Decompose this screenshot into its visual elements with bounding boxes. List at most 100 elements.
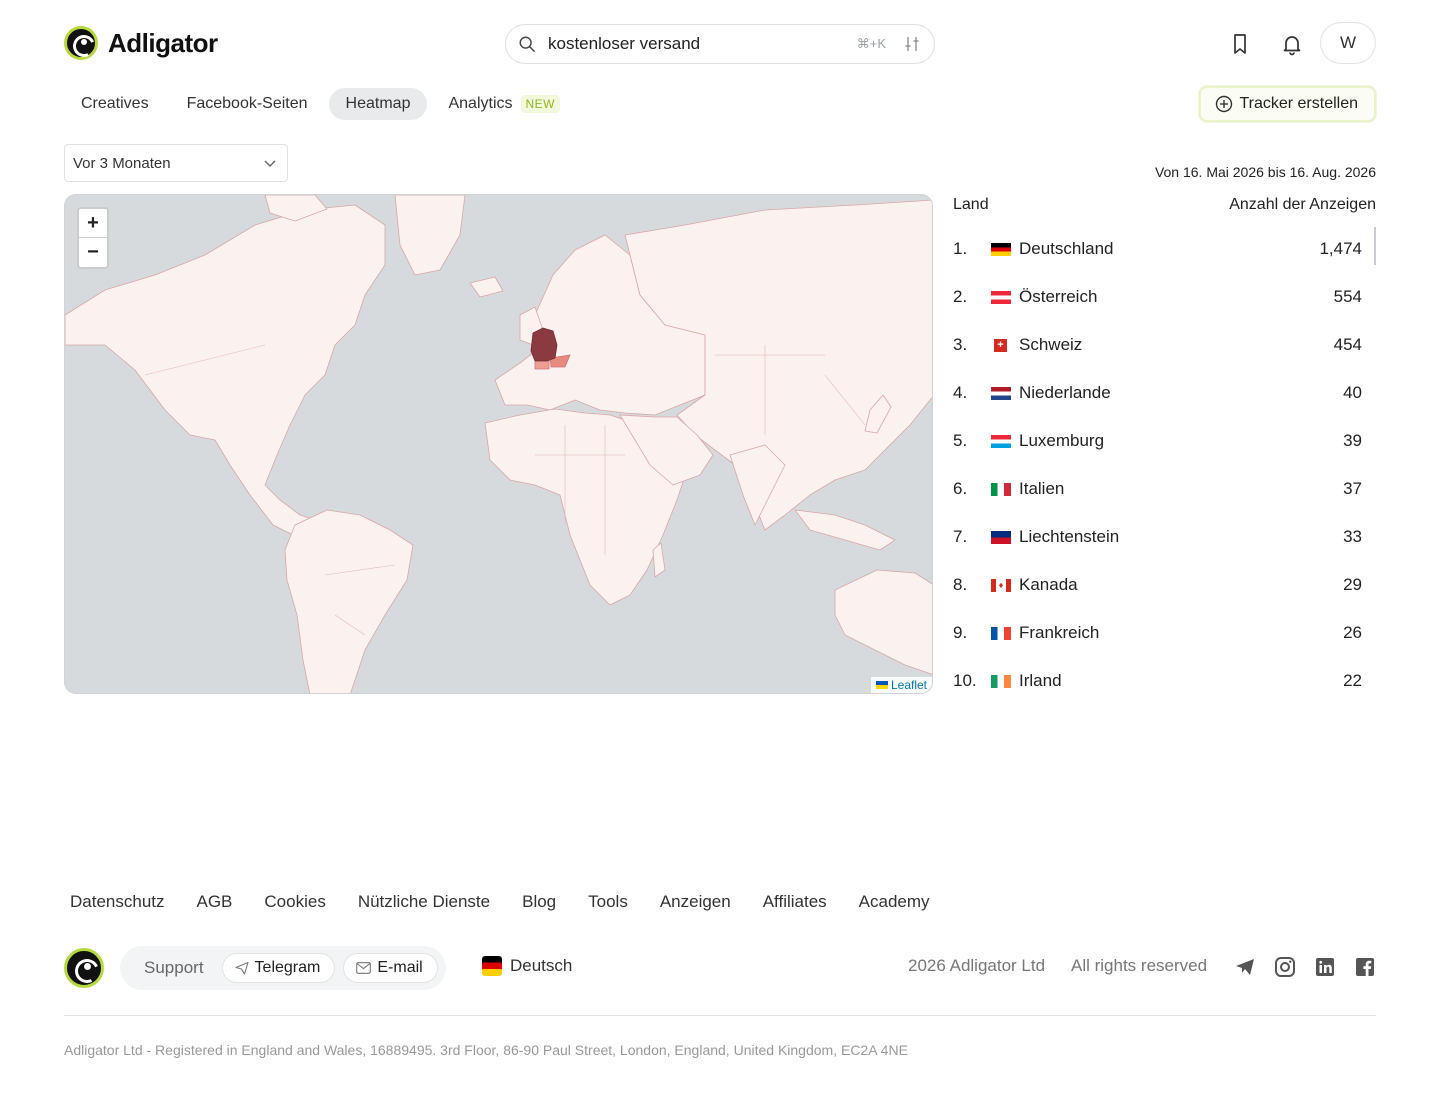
country-name: Luxemburg	[1019, 431, 1105, 450]
ad-count: 29	[1343, 575, 1362, 594]
telegram-label: Telegram	[254, 959, 321, 976]
copyright: 2026 Adligator Ltd	[908, 956, 1046, 975]
list-item[interactable]: 7. Liechtenstein 33	[953, 513, 1376, 561]
rank: 1.	[953, 239, 968, 258]
support-group: Support Telegram E-mail	[120, 946, 446, 990]
rank: 6.	[953, 479, 968, 498]
search-shortcut: ⌘+K	[856, 36, 886, 51]
ukraine-flag-icon	[875, 681, 888, 689]
logo[interactable]: Adligator	[64, 26, 218, 60]
legal-notice: Adligator Ltd - Registered in England an…	[64, 1042, 908, 1058]
list-item[interactable]: 8. ♦ Kanada 29	[953, 561, 1376, 609]
zoom-in-button[interactable]: +	[79, 209, 107, 238]
logo-icon	[64, 26, 98, 60]
bell-icon[interactable]	[1280, 32, 1304, 56]
map-attribution[interactable]: Leaflet	[870, 677, 932, 693]
tab-heatmap[interactable]: Heatmap	[328, 88, 428, 120]
linkedin-icon[interactable]	[1314, 956, 1336, 978]
app-name: Adligator	[108, 27, 218, 58]
footer-link-tools[interactable]: Tools	[588, 892, 628, 912]
world-heatmap[interactable]: + − Leaflet	[64, 194, 933, 694]
country-name: Deutschland	[1019, 239, 1114, 258]
period-value: Vor 3 Monaten	[73, 154, 171, 172]
ad-count: 33	[1343, 527, 1362, 546]
ad-count: 554	[1333, 287, 1362, 306]
ad-count: 40	[1343, 383, 1362, 402]
footer-link-cookies[interactable]: Cookies	[264, 892, 325, 912]
ad-count: 26	[1343, 623, 1362, 642]
list-item[interactable]: 4. Niederlande 40	[953, 369, 1376, 417]
search-value[interactable]: kostenloser versand	[548, 34, 857, 54]
map-southeast-asia	[794, 509, 896, 551]
list-item[interactable]: 2. Österreich 554	[953, 273, 1376, 321]
filter-sliders-icon[interactable]	[904, 36, 920, 52]
send-icon	[234, 961, 249, 975]
rank: 10.	[953, 671, 977, 690]
attribution-link[interactable]: Leaflet	[891, 678, 927, 692]
list-item[interactable]: 9. Frankreich 26	[953, 609, 1376, 657]
flag-luxembourg-icon	[991, 434, 1011, 448]
map-australia	[834, 569, 932, 675]
rank: 8.	[953, 575, 968, 594]
footer-link-useful-services[interactable]: Nützliche Dienste	[358, 892, 490, 912]
email-button[interactable]: E-mail	[343, 953, 438, 983]
world-map-canvas[interactable]	[65, 195, 933, 694]
country-name: Frankreich	[1019, 623, 1100, 642]
scrollbar[interactable]	[1374, 227, 1376, 265]
flag-netherlands-icon	[991, 386, 1011, 400]
rank: 5.	[953, 431, 968, 450]
list-item[interactable]: 1. Deutschland 1,474	[953, 225, 1376, 273]
country-list: 1. Deutschland 1,474 2. Österreich 554 3…	[953, 225, 1376, 705]
support-label: Support	[144, 958, 204, 977]
tab-facebook-pages[interactable]: Facebook-Seiten	[170, 88, 325, 120]
header: Adligator kostenloser versand ⌘+K W	[64, 22, 1376, 66]
create-tracker-button[interactable]: Tracker erstellen	[1199, 86, 1376, 122]
new-badge: NEW	[520, 95, 560, 113]
flag-germany-icon	[991, 242, 1011, 256]
rank: 4.	[953, 383, 968, 402]
footer-link-terms[interactable]: AGB	[197, 892, 233, 912]
footer-link-ads[interactable]: Anzeigen	[660, 892, 731, 912]
country-name: Österreich	[1019, 287, 1098, 306]
avatar[interactable]: W	[1320, 22, 1376, 64]
period-select[interactable]: Vor 3 Monaten	[64, 144, 288, 182]
tab-analytics-label: Analytics	[448, 95, 513, 112]
create-tracker-label: Tracker erstellen	[1239, 95, 1358, 112]
flag-switzerland-icon: +	[994, 338, 1007, 352]
country-name: Niederlande	[1019, 383, 1111, 402]
list-item[interactable]: 5. Luxemburg 39	[953, 417, 1376, 465]
footer-link-blog[interactable]: Blog	[522, 892, 556, 912]
flag-canada-icon: ♦	[991, 578, 1011, 592]
zoom-out-button[interactable]: −	[79, 238, 107, 267]
instagram-icon[interactable]	[1274, 956, 1296, 978]
tab-analytics[interactable]: Analytics NEW	[431, 88, 577, 120]
map-iceland	[469, 276, 504, 298]
search-input[interactable]: kostenloser versand ⌘+K	[505, 24, 935, 64]
footer-divider	[64, 1015, 1376, 1016]
country-name: Schweiz	[1019, 335, 1083, 354]
ad-count: 454	[1333, 335, 1362, 354]
footer-link-academy[interactable]: Academy	[859, 892, 930, 912]
map-south-america	[284, 509, 414, 693]
map-germany	[530, 327, 558, 362]
bookmark-icon[interactable]	[1228, 32, 1252, 56]
telegram-icon[interactable]	[1234, 956, 1256, 978]
map-north-america	[65, 204, 386, 538]
ad-count: 39	[1343, 431, 1362, 450]
list-item[interactable]: 3. + Schweiz 454	[953, 321, 1376, 369]
language-label: Deutsch	[510, 956, 573, 975]
footer-link-affiliates[interactable]: Affiliates	[763, 892, 827, 912]
facebook-icon[interactable]	[1354, 956, 1376, 978]
telegram-button[interactable]: Telegram	[221, 953, 336, 983]
flag-ireland-icon	[991, 674, 1011, 688]
rank: 3.	[953, 335, 968, 354]
footer-link-privacy[interactable]: Datenschutz	[70, 892, 165, 912]
footer-logo-icon[interactable]	[64, 948, 104, 988]
language-selector[interactable]: Deutsch	[482, 956, 572, 976]
search-icon	[519, 36, 535, 52]
rank: 2.	[953, 287, 968, 306]
tab-creatives[interactable]: Creatives	[64, 88, 166, 120]
list-item[interactable]: 6. Italien 37	[953, 465, 1376, 513]
col-country: Land	[953, 196, 989, 213]
list-item[interactable]: 10. Irland 22	[953, 657, 1376, 705]
